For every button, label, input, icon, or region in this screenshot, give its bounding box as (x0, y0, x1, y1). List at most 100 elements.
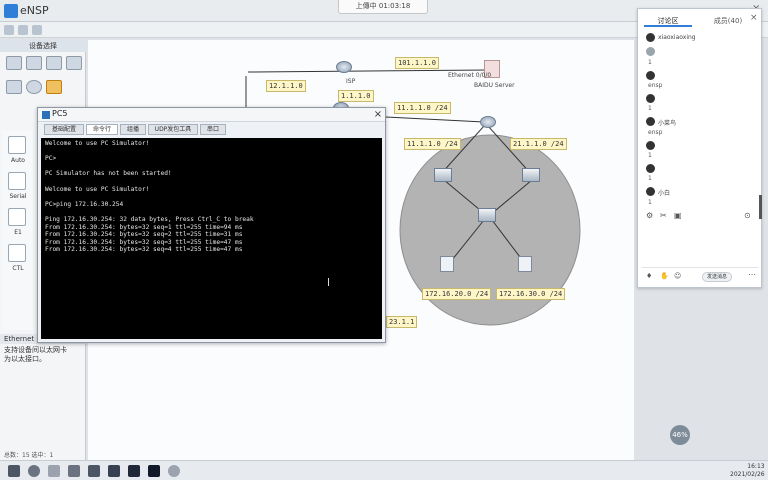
ctl-cable-icon[interactable] (8, 244, 26, 262)
switch-category-icon[interactable] (26, 56, 42, 70)
avatar (646, 117, 655, 126)
chat-message: 1 (648, 59, 652, 66)
ethernet-port-label: Ethernet 0/0/0 (448, 72, 492, 79)
chat-message: 1 (648, 152, 652, 159)
avatar (646, 141, 655, 150)
mic-icon[interactable]: ♦ (646, 272, 652, 280)
server-label: BAIDU Server (474, 82, 515, 89)
ip-label: 101.1.1.0 (395, 57, 439, 69)
scrollbar[interactable] (759, 195, 762, 219)
start-icon[interactable] (8, 465, 20, 477)
ip-label: 1.1.1.0 (338, 90, 374, 102)
chat-message: 1 (648, 199, 652, 206)
image-icon[interactable]: ▣ (674, 211, 682, 220)
taskbar: 16:13 2021/02/26 (0, 460, 768, 480)
save-icon[interactable] (32, 25, 42, 35)
app-logo-icon (4, 4, 18, 18)
system-clock: 16:13 2021/02/26 (730, 463, 765, 479)
avatar (646, 94, 655, 103)
chat-message: 1 (648, 175, 652, 182)
cloud-category-icon[interactable] (26, 80, 42, 94)
status-text: 总数：15 选中：1 (4, 452, 54, 459)
pc5-window[interactable]: PC5 × 基础配置 命令行 组播 UDP发包工具 串口 Welcome to … (37, 107, 386, 343)
avatar (646, 33, 655, 42)
new-icon[interactable] (4, 25, 14, 35)
ip-label: 12.1.1.0 (266, 80, 306, 92)
switch-center-icon[interactable] (478, 208, 496, 222)
cable-label: E1 (14, 229, 22, 236)
recording-indicator[interactable]: 上傳中 01:03:18 (338, 0, 428, 14)
isp-router-icon[interactable] (336, 61, 352, 73)
tab-basic-config[interactable]: 基础配置 (44, 124, 84, 135)
app-icon[interactable] (88, 465, 100, 477)
pc-left-icon[interactable] (440, 256, 454, 272)
router-category-icon[interactable] (6, 56, 22, 70)
user-icon[interactable]: ☺ (674, 272, 681, 280)
terminal-output: Welcome to use PC Simulator! PC> PC Simu… (45, 140, 254, 254)
app-icon[interactable] (68, 465, 80, 477)
chat-message: ensp (648, 82, 663, 89)
close-icon[interactable]: × (750, 13, 758, 23)
app-icon[interactable] (108, 465, 120, 477)
e1-cable-icon[interactable] (8, 208, 26, 226)
app-icon[interactable] (148, 465, 160, 477)
ip-label: 172.16.30.0 /24 (496, 288, 566, 300)
wlan-category-icon[interactable] (46, 56, 62, 70)
cable-label: CTL (12, 265, 24, 272)
isp-label: ISP (346, 78, 356, 85)
chat-input-bar[interactable]: ♦ ✋ ☺ 发送消息 ⋯ (642, 267, 758, 285)
ethernet-description: 支持设备间以太网卡 为以太接口。 (4, 346, 67, 363)
avatar (646, 71, 655, 80)
pc-category-icon[interactable] (6, 80, 22, 94)
firewall-category-icon[interactable] (66, 56, 82, 70)
device-panel-header: 设备选择 (0, 40, 86, 52)
ip-label: 21.1.1.0 /24 (510, 138, 567, 150)
app-icon[interactable] (168, 465, 180, 477)
chat-username: 小菜鸟 (658, 120, 677, 127)
switch-right-icon[interactable] (522, 168, 540, 182)
tab-serial[interactable]: 串口 (200, 124, 226, 135)
cable-label: Serial (9, 193, 27, 200)
ip-label: 11.1.1.0 /24 (404, 138, 461, 150)
floating-widget[interactable]: 46% (670, 425, 690, 445)
cable-list: Auto Serial E1 CTL (2, 130, 32, 330)
pc5-title-bar[interactable]: PC5 × (38, 108, 385, 122)
tab-discussion[interactable]: 讨论区 (644, 15, 692, 27)
tab-command-line[interactable]: 命令行 (86, 124, 118, 135)
search-icon[interactable] (28, 465, 40, 477)
chat-panel: 讨论区 成员(40) × xiaoxiaoxing 1 ensp 1 小菜鸟 e… (637, 8, 762, 288)
tab-members[interactable]: 成员(40) (708, 15, 748, 27)
ip-label: 172.16.20.0 /24 (422, 288, 492, 300)
clock-date: 2021/02/26 (730, 471, 765, 478)
task-view-icon[interactable] (48, 465, 60, 477)
ip-label: 11.1.1.0 /24 (394, 102, 451, 114)
pc-icon (42, 111, 50, 119)
avatar (646, 47, 655, 56)
close-icon[interactable]: × (371, 108, 385, 122)
terminal[interactable]: Welcome to use PC Simulator! PC> PC Simu… (41, 138, 382, 339)
settings-icon[interactable]: ⚙ (646, 211, 653, 220)
send-message-button[interactable]: 发送消息 (702, 272, 732, 282)
pc-right-icon[interactable] (518, 256, 532, 272)
tab-udp-tool[interactable]: UDP发包工具 (148, 124, 198, 135)
cable-category-icon[interactable] (46, 80, 62, 94)
switch-left-icon[interactable] (434, 168, 452, 182)
app-title: eNSP (20, 4, 49, 17)
chat-username: 小白 (658, 190, 671, 197)
chat-message: 1 (648, 105, 652, 112)
more-icon[interactable]: ⋯ (748, 270, 756, 279)
text-cursor (328, 278, 329, 286)
gear-icon[interactable]: ⊙ (744, 211, 751, 220)
core-router-icon[interactable] (480, 116, 496, 128)
auto-cable-icon[interactable] (8, 136, 26, 154)
app-icon[interactable] (128, 465, 140, 477)
tab-multicast[interactable]: 组播 (120, 124, 146, 135)
avatar (646, 187, 655, 196)
cut-icon[interactable]: ✂ (660, 211, 667, 220)
chat-message: ensp (648, 129, 663, 136)
chat-username: xiaoxiaoxing (658, 34, 696, 41)
cable-label: Auto (11, 157, 25, 164)
serial-cable-icon[interactable] (8, 172, 26, 190)
open-icon[interactable] (18, 25, 28, 35)
hand-icon[interactable]: ✋ (660, 272, 669, 280)
